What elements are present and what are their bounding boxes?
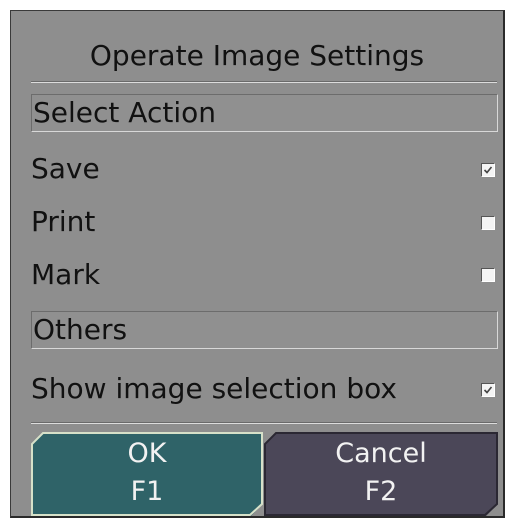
option-label-save: Save: [31, 152, 100, 185]
title-divider: [31, 81, 497, 83]
option-label-print: Print: [31, 205, 96, 238]
option-label-show-image-selection-box: Show image selection box: [31, 372, 397, 405]
operate-image-settings-dialog: Operate Image Settings Select Action Sav…: [10, 10, 505, 518]
section-header-select-action: Select Action: [31, 94, 498, 132]
section-header-label: Select Action: [33, 96, 216, 129]
buttons-divider: [31, 422, 497, 424]
save-checkbox[interactable]: [481, 163, 495, 177]
cancel-button-label: Cancel: [335, 438, 427, 469]
section-header-others: Others: [31, 311, 498, 349]
cancel-button[interactable]: Cancel F2: [264, 432, 498, 516]
show-image-selection-box-checkbox[interactable]: [481, 383, 495, 397]
checkmark-icon: [483, 166, 493, 174]
checkmark-icon: [483, 386, 493, 394]
cancel-button-shortcut: F2: [364, 476, 398, 507]
ok-button[interactable]: OK F1: [31, 432, 263, 516]
print-checkbox[interactable]: [481, 216, 495, 230]
option-label-mark: Mark: [31, 258, 101, 291]
mark-checkbox[interactable]: [481, 268, 495, 282]
ok-button-label: OK: [127, 438, 167, 469]
ok-button-shortcut: F1: [130, 476, 164, 507]
dialog-title: Operate Image Settings: [89, 39, 425, 72]
section-header-label: Others: [33, 313, 128, 346]
